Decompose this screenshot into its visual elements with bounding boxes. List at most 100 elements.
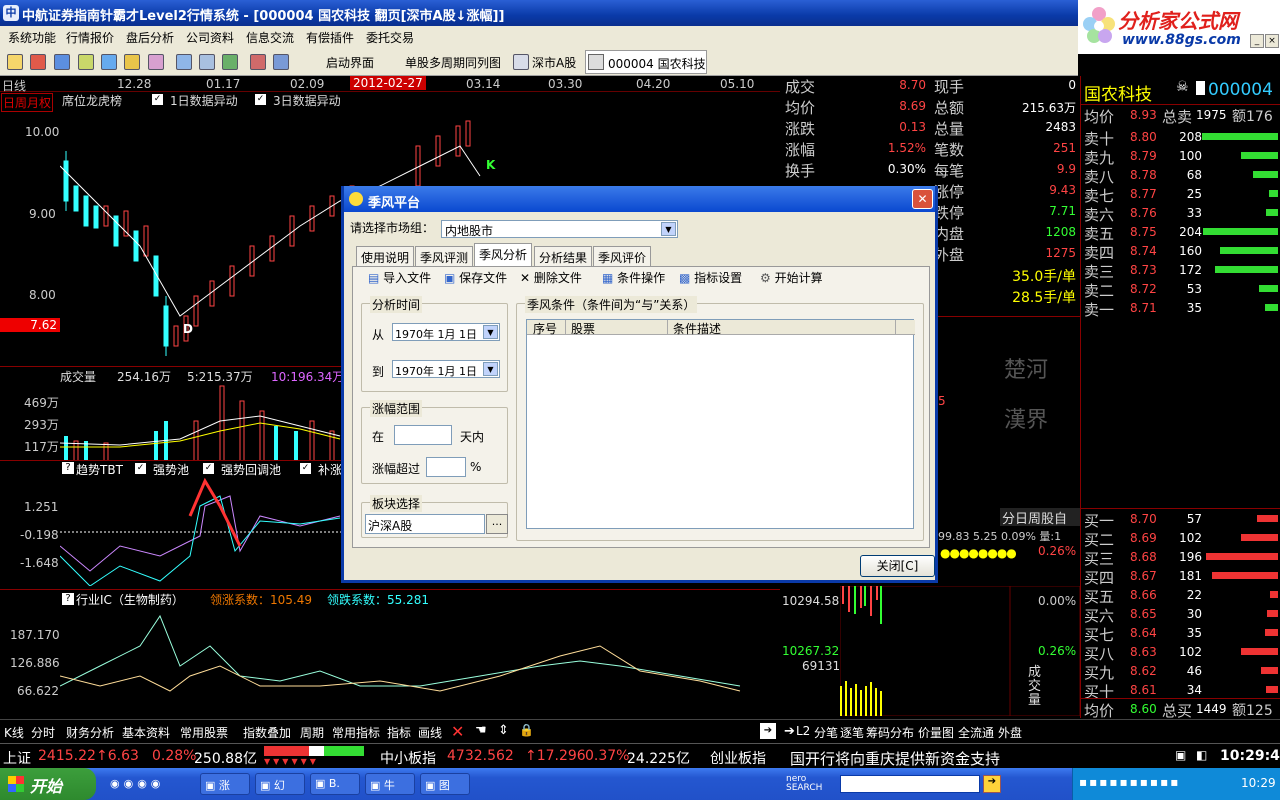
next-arrow-icon[interactable]: ➔ bbox=[760, 723, 776, 739]
market-group-select[interactable]: 内地股市 ▼ bbox=[441, 220, 678, 238]
quick-launch-icons[interactable]: ◉◉◉◉ bbox=[110, 777, 190, 791]
save-file-button[interactable]: ▣ 保存文件 bbox=[444, 269, 507, 286]
tab-minute[interactable]: 分时 bbox=[31, 724, 55, 741]
col-stock[interactable]: 股票 bbox=[571, 320, 595, 337]
order-price[interactable]: 8.76 bbox=[1130, 206, 1157, 220]
task-button-1[interactable]: ▣ 涨 bbox=[200, 773, 250, 795]
sector-input[interactable]: 沪深A股 bbox=[365, 514, 485, 534]
to-date-picker[interactable]: 1970年 1月 1日 ▼ bbox=[392, 360, 500, 378]
start-calc-button[interactable]: ⚙ 开始计算 bbox=[760, 269, 823, 286]
window-icon[interactable] bbox=[273, 54, 289, 70]
help-icon[interactable]: ? bbox=[62, 462, 74, 474]
inner-minimize-button[interactable]: _ bbox=[1250, 34, 1264, 48]
menu-system[interactable]: 系统功能 bbox=[8, 29, 56, 46]
tab-financial[interactable]: 财务分析 bbox=[66, 724, 114, 741]
lock-icon[interactable]: 🔒 bbox=[519, 723, 534, 737]
order-price[interactable]: 8.71 bbox=[1130, 301, 1157, 315]
grid-icon[interactable] bbox=[176, 54, 192, 70]
tab-indicators[interactable]: 常用指标 bbox=[332, 724, 380, 741]
tab-tick-by-tick[interactable]: 逐笔 bbox=[840, 724, 864, 741]
order-price[interactable]: 8.72 bbox=[1130, 282, 1157, 296]
order-price[interactable]: 8.77 bbox=[1130, 187, 1157, 201]
dropdown-arrow-icon[interactable]: ▼ bbox=[483, 362, 498, 376]
menu-trade[interactable]: 委托交易 bbox=[366, 29, 414, 46]
condition-op-button[interactable]: ▦ 条件操作 bbox=[602, 269, 665, 286]
order-price[interactable]: 8.75 bbox=[1130, 225, 1157, 239]
order-price[interactable]: 8.67 bbox=[1130, 569, 1157, 583]
earth-icon[interactable] bbox=[54, 54, 70, 70]
red-flag-icon[interactable] bbox=[30, 54, 46, 70]
dropdown-arrow-icon[interactable]: ▼ bbox=[661, 222, 676, 236]
menu-info[interactable]: 信息交流 bbox=[246, 29, 294, 46]
order-price[interactable]: 8.62 bbox=[1130, 664, 1157, 678]
from-date-picker[interactable]: 1970年 1月 1日 ▼ bbox=[392, 323, 500, 341]
start-button[interactable]: 开始 bbox=[0, 768, 96, 800]
checkbox-catchup[interactable]: ✓ bbox=[300, 463, 311, 474]
condition-table[interactable]: 序号 股票 条件描述 bbox=[526, 319, 915, 529]
period-tabs[interactable]: 日周月权 bbox=[1, 93, 54, 112]
inner-close-button[interactable]: × bbox=[1265, 34, 1279, 48]
forward-icon[interactable]: ➔ bbox=[784, 724, 795, 739]
col-index[interactable]: 序号 bbox=[533, 320, 557, 337]
tab-draw[interactable]: 画线 bbox=[418, 724, 442, 741]
order-price[interactable]: 8.63 bbox=[1130, 645, 1157, 659]
gear-icon[interactable] bbox=[148, 54, 164, 70]
tab-kline[interactable]: K线 bbox=[4, 724, 24, 741]
hand-icon[interactable]: ☚ bbox=[475, 723, 487, 738]
pct-input[interactable] bbox=[426, 457, 466, 477]
task-button-5[interactable]: ▣ 图 bbox=[420, 773, 470, 795]
order-price[interactable]: 8.66 bbox=[1130, 588, 1157, 602]
col-desc[interactable]: 条件描述 bbox=[673, 320, 721, 337]
order-price[interactable]: 8.61 bbox=[1130, 683, 1157, 697]
checkbox-strong-pullback[interactable]: ✓ bbox=[203, 463, 214, 474]
tab-ticks[interactable]: 分笔 bbox=[814, 724, 838, 741]
tab-indicator[interactable]: 指标 bbox=[387, 724, 411, 741]
dropdown-arrow-icon[interactable]: ▼ bbox=[483, 325, 498, 339]
tab-outer[interactable]: 外盘 bbox=[998, 724, 1022, 741]
tab-analysis[interactable]: 季风分析 bbox=[474, 243, 533, 267]
search-go-icon[interactable]: ➔ bbox=[983, 775, 1001, 793]
tab-float[interactable]: 全流通 bbox=[958, 724, 994, 741]
launch-screen-button[interactable]: 启动界面 bbox=[326, 54, 374, 71]
task-button-2[interactable]: ▣ 幻 bbox=[255, 773, 305, 795]
menu-plugins[interactable]: 有偿插件 bbox=[306, 29, 354, 46]
tray-icons[interactable]: ▪▪▪▪▪▪▪▪▪▪ bbox=[1079, 775, 1180, 789]
folder-icon[interactable] bbox=[7, 54, 23, 70]
tab-l2[interactable]: L2 bbox=[796, 724, 810, 738]
nero-search-input[interactable] bbox=[840, 775, 980, 793]
task-button-3[interactable]: ▣ B. bbox=[310, 773, 360, 795]
news-headline[interactable]: 国开行将向重庆提供新资金支持 bbox=[790, 748, 1000, 769]
market-button[interactable]: 深市A股 bbox=[532, 54, 576, 71]
order-price[interactable]: 8.64 bbox=[1130, 626, 1157, 640]
tab-index-overlay[interactable]: 指数叠加 bbox=[243, 724, 291, 741]
order-price[interactable]: 8.69 bbox=[1130, 531, 1157, 545]
tab-period[interactable]: 周期 bbox=[300, 724, 324, 741]
checkbox-1day[interactable]: ✓ bbox=[152, 94, 163, 105]
indicator-settings-button[interactable]: ▩ 指标设置 bbox=[679, 269, 742, 286]
tools-icon[interactable] bbox=[78, 54, 94, 70]
checkbox-3day[interactable]: ✓ bbox=[255, 94, 266, 105]
delete-file-button[interactable]: ✕ 删除文件 bbox=[520, 269, 582, 286]
dialog-close-icon[interactable]: ✕ bbox=[912, 189, 933, 209]
days-input[interactable] bbox=[394, 425, 452, 445]
pencil-icon[interactable] bbox=[124, 54, 140, 70]
multi-period-button[interactable]: 单股多周期同列图 bbox=[405, 54, 501, 71]
mini-tabs[interactable]: 分日周股自 bbox=[1000, 508, 1080, 527]
task-button-4[interactable]: ▣ 牛 bbox=[365, 773, 415, 795]
stock-code-field[interactable]: 000004 国农科技 bbox=[585, 50, 707, 74]
tab-review[interactable]: 季风评价 bbox=[593, 246, 652, 266]
doc-icon[interactable] bbox=[1196, 81, 1205, 95]
tab-evaluation[interactable]: 季风评测 bbox=[415, 246, 474, 266]
help-icon[interactable]: ? bbox=[62, 593, 74, 605]
delete-icon[interactable]: ✕ bbox=[451, 722, 464, 741]
order-price[interactable]: 8.78 bbox=[1130, 168, 1157, 182]
close-button[interactable]: 关闭[C] bbox=[860, 555, 935, 577]
order-price[interactable]: 8.68 bbox=[1130, 550, 1157, 564]
table-icon[interactable] bbox=[199, 54, 215, 70]
menu-quotes[interactable]: 行情报价 bbox=[66, 29, 114, 46]
import-file-button[interactable]: ▤ 导入文件 bbox=[368, 269, 431, 286]
order-price[interactable]: 8.70 bbox=[1130, 512, 1157, 526]
chart-icon[interactable] bbox=[101, 54, 117, 70]
menu-analysis[interactable]: 盘后分析 bbox=[126, 29, 174, 46]
tab-chip[interactable]: 筹码分布 bbox=[866, 724, 914, 741]
